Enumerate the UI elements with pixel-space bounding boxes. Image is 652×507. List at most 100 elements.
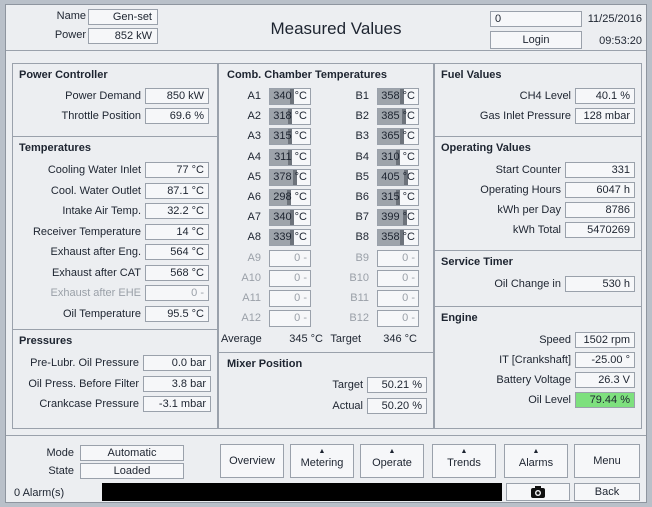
mixer-position-title: Mixer Position bbox=[227, 358, 303, 370]
alarm-count: 0 Alarm(s) bbox=[14, 487, 65, 499]
mode-label: Mode bbox=[46, 447, 74, 459]
throttle-position-label: Throttle Position bbox=[61, 110, 141, 122]
intake-air-temp-label: Intake Air Temp. bbox=[62, 205, 141, 217]
power-value: 852 kW bbox=[88, 28, 158, 44]
oil-temperature-label: Oil Temperature bbox=[62, 307, 141, 320]
cylinder-temp-value: 399 °C bbox=[381, 211, 415, 224]
cooling-water-inlet-label: Cooling Water Inlet bbox=[47, 164, 141, 176]
cylinder-a2-label: A2 bbox=[247, 110, 261, 123]
cylinder-temp-value: 0 - bbox=[402, 292, 415, 304]
cylinder-temp-value: 385 °C bbox=[381, 110, 415, 123]
cylinder-temp-value: 0 - bbox=[402, 312, 415, 325]
exhaust-after-cat-label: Exhaust after CAT bbox=[51, 266, 141, 279]
cylinder-temp-value: 0 - bbox=[294, 312, 307, 325]
gas-inlet-pressure-value: 128 mbar bbox=[575, 108, 635, 124]
cylinder-temp-value: 378 °C bbox=[273, 170, 307, 183]
cylinder-temp-value: 0 - bbox=[294, 292, 307, 304]
cylinder-b2-temp: 385 °C bbox=[377, 108, 419, 126]
cylinder-a10-temp: 0 - bbox=[269, 269, 311, 287]
cylinder-a9-label: A9 bbox=[247, 251, 261, 264]
cylinder-temp-value: 311 °C bbox=[274, 150, 307, 163]
cylinder-b11-temp: 0 - bbox=[377, 290, 419, 307]
cool-water-outlet-value: 87.1 °C bbox=[145, 182, 209, 199]
cylinder-b6-label: B6 bbox=[355, 191, 369, 203]
ch4-level-label: CH4 Level bbox=[519, 90, 571, 102]
average-label: Average bbox=[221, 333, 262, 345]
cylinder-a5-temp: 378 °C bbox=[269, 168, 311, 186]
login-button[interactable]: Login bbox=[490, 31, 582, 49]
operating-hours-value: 6047 h bbox=[565, 182, 635, 198]
cylinder-b7-temp: 399 °C bbox=[377, 209, 419, 227]
cylinder-temp-value: 358 °C bbox=[381, 90, 415, 102]
header: Name Gen-set Power 852 kW Measured Value… bbox=[6, 5, 646, 51]
start-counter-value: 331 bbox=[565, 162, 635, 178]
power-demand-label: Power Demand bbox=[65, 90, 141, 102]
cylinder-temp-value: 0 - bbox=[402, 271, 415, 284]
measured-values-screen: Name Gen-set Power 852 kW Measured Value… bbox=[5, 4, 647, 503]
speed-value: 1502 rpm bbox=[575, 332, 635, 348]
target-label: Target bbox=[332, 379, 363, 391]
comb-chamber-title: Comb. Chamber Temperatures bbox=[227, 69, 387, 81]
cylinder-b5-temp: 405 °C bbox=[377, 168, 419, 186]
cylinder-a7-label: A7 bbox=[247, 211, 261, 224]
cylinder-b4-label: B4 bbox=[355, 150, 369, 163]
cylinder-temp-value: 365 °C bbox=[381, 130, 415, 143]
back-button[interactable]: Back bbox=[574, 483, 640, 501]
oil-level-value: 79.44 % bbox=[575, 392, 635, 408]
actual-value: 50.20 % bbox=[367, 398, 427, 414]
alarms-button[interactable]: ▲ Alarms bbox=[504, 444, 568, 478]
cylinder-temp-value: 0 - bbox=[294, 251, 307, 264]
overview-button[interactable]: Overview bbox=[220, 444, 284, 478]
cylinder-a11-label: A11 bbox=[242, 292, 261, 304]
cylinder-a8-label: A8 bbox=[247, 231, 261, 244]
oil-press-before-filter-value: 3.8 bar bbox=[143, 375, 211, 392]
operating-values-title: Operating Values bbox=[441, 142, 531, 154]
menu-button[interactable]: Menu bbox=[574, 444, 640, 478]
cylinder-temp-value: 340 °C bbox=[273, 211, 307, 224]
cylinder-b10-label: B10 bbox=[349, 271, 369, 284]
cylinder-a11-temp: 0 - bbox=[269, 290, 311, 307]
actual-label: Actual bbox=[332, 400, 363, 412]
cylinder-temp-value: 0 - bbox=[402, 251, 415, 264]
cylinder-a3-temp: 315 °C bbox=[269, 128, 311, 146]
exhaust-after-eng-value: 564 °C bbox=[145, 244, 209, 260]
oil-change-in-label: Oil Change in bbox=[494, 278, 561, 290]
cylinder-a9-temp: 0 - bbox=[269, 249, 311, 267]
pressures-title: Pressures bbox=[19, 335, 73, 347]
caret-up-icon: ▲ bbox=[318, 448, 326, 455]
power-controller-title: Power Controller bbox=[19, 69, 108, 81]
name-label: Name bbox=[56, 10, 86, 22]
intake-air-temp-value: 32.2 °C bbox=[145, 203, 209, 219]
cylinder-a7-temp: 340 °C bbox=[269, 209, 311, 227]
cylinder-a4-temp: 311 °C bbox=[269, 148, 311, 166]
cylinder-b8-temp: 358 °C bbox=[377, 229, 419, 247]
operate-button[interactable]: ▲ Operate bbox=[360, 444, 424, 478]
battery-voltage-label: Battery Voltage bbox=[496, 374, 571, 386]
caret-up-icon: ▲ bbox=[460, 448, 468, 455]
cylinder-temp-value: 318 °C bbox=[273, 110, 307, 123]
cylinder-a5-label: A5 bbox=[247, 170, 261, 183]
temperatures-title: Temperatures bbox=[19, 142, 91, 154]
target-label: Target bbox=[330, 333, 361, 345]
cylinder-a2-temp: 318 °C bbox=[269, 108, 311, 126]
oil-change-in-value: 530 h bbox=[565, 276, 635, 292]
cylinder-a12-temp: 0 - bbox=[269, 310, 311, 328]
trends-button[interactable]: ▲ Trends bbox=[432, 444, 496, 478]
cylinder-temp-value: 405 °C bbox=[381, 170, 415, 183]
screenshot-button[interactable] bbox=[506, 483, 570, 501]
cylinder-a6-label: A6 bbox=[247, 191, 261, 203]
metering-button[interactable]: ▲ Metering bbox=[290, 444, 354, 478]
cylinder-b9-temp: 0 - bbox=[377, 249, 419, 267]
cylinder-temp-value: 315 °C bbox=[381, 191, 415, 203]
cylinder-b1-temp: 358 °C bbox=[377, 88, 419, 105]
cylinder-b9-label: B9 bbox=[355, 251, 369, 264]
kwh-per-day-label: kWh per Day bbox=[497, 204, 561, 216]
cylinder-b12-temp: 0 - bbox=[377, 310, 419, 328]
speed-label: Speed bbox=[539, 334, 571, 346]
header-counter: 0 bbox=[490, 11, 582, 27]
cylinder-b4-temp: 310 °C bbox=[377, 148, 419, 166]
power-demand-value: 850 kW bbox=[145, 88, 209, 104]
middle-column: Comb. Chamber Temperatures A1 340 °C A2 318… bbox=[218, 63, 434, 429]
crankcase-pressure-label: Crankcase Pressure bbox=[39, 398, 139, 410]
name-value: Gen-set bbox=[88, 9, 158, 25]
